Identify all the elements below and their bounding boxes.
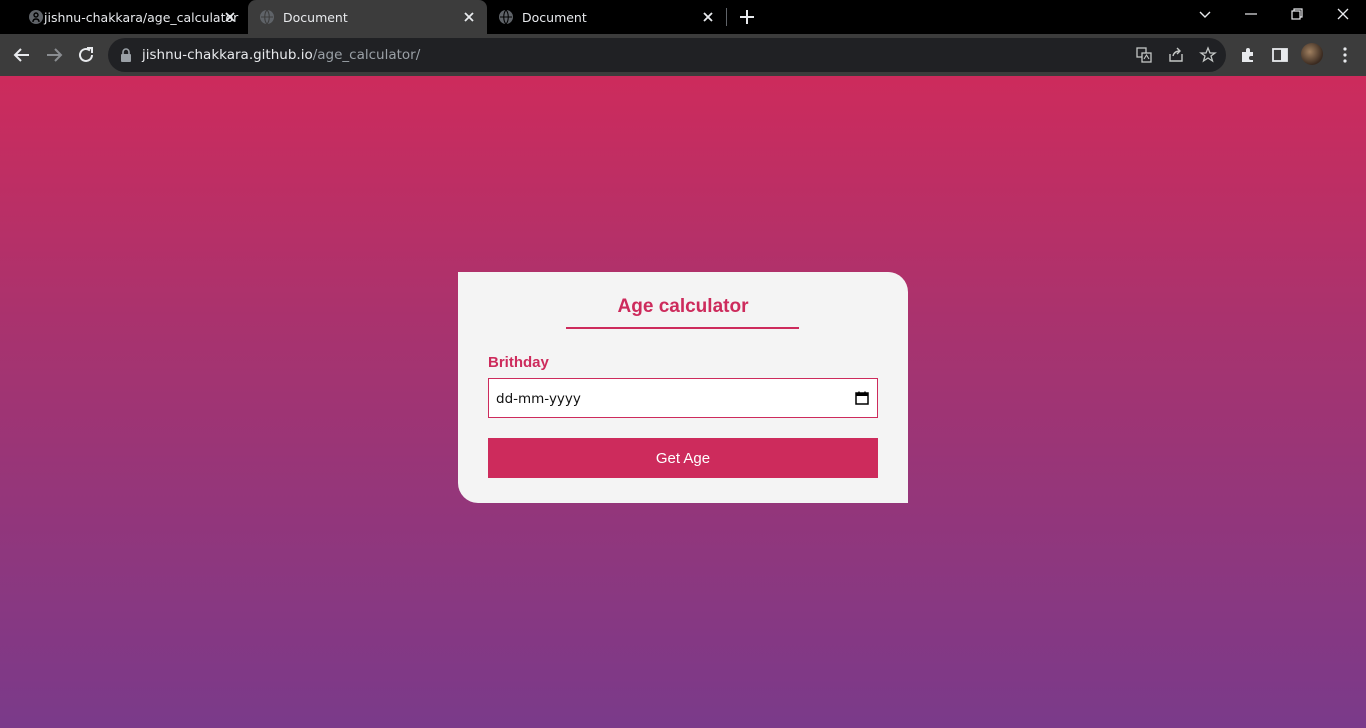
page-viewport: Age calculator Brithday dd-mm-yyyy Get A…	[0, 76, 1366, 728]
tab-strip: jishnu-chakkara/age_calculator Document …	[0, 0, 1366, 34]
close-icon[interactable]	[461, 9, 477, 25]
tab-github[interactable]: jishnu-chakkara/age_calculator	[8, 0, 248, 34]
tab-document-active[interactable]: Document	[248, 0, 487, 34]
reload-icon[interactable]	[76, 45, 96, 65]
translate-icon[interactable]	[1135, 46, 1153, 64]
date-placeholder: dd-mm-yyyy	[496, 391, 581, 407]
birthday-label: Brithday	[488, 354, 549, 371]
globe-icon	[499, 9, 513, 25]
tab-separator	[726, 8, 727, 26]
tab-document[interactable]: Document	[487, 0, 726, 34]
lock-icon[interactable]	[120, 48, 132, 62]
profile-avatar[interactable]	[1301, 43, 1323, 65]
close-icon[interactable]	[222, 9, 238, 25]
calendar-icon[interactable]	[855, 391, 869, 405]
new-tab-icon[interactable]	[738, 8, 756, 26]
close-icon[interactable]	[700, 9, 716, 25]
back-icon[interactable]	[12, 45, 32, 65]
restore-icon[interactable]	[1289, 6, 1305, 22]
page-title: Age calculator	[617, 296, 749, 317]
url-host: jishnu-chakkara.github.io	[142, 47, 313, 63]
tab-title: jishnu-chakkara/age_calculator	[44, 10, 239, 25]
tab-title: Document	[283, 10, 348, 25]
side-panel-icon[interactable]	[1270, 45, 1290, 65]
bookmark-star-icon[interactable]	[1199, 46, 1217, 64]
github-icon	[29, 10, 43, 24]
browser-toolbar: jishnu-chakkara.github.io/age_calculator…	[0, 34, 1366, 76]
close-window-icon[interactable]	[1335, 6, 1351, 22]
url-text: jishnu-chakkara.github.io/age_calculator…	[142, 47, 420, 63]
share-icon[interactable]	[1167, 46, 1185, 64]
get-age-button[interactable]: Get Age	[488, 438, 878, 478]
url-path: /age_calculator/	[312, 47, 421, 63]
title-underline	[566, 327, 799, 329]
extensions-icon[interactable]	[1238, 45, 1258, 65]
age-calculator-card: Age calculator Brithday dd-mm-yyyy Get A…	[458, 272, 908, 503]
tab-search-icon[interactable]	[1197, 6, 1213, 22]
birthday-date-input[interactable]: dd-mm-yyyy	[488, 378, 878, 418]
forward-icon[interactable]	[44, 45, 64, 65]
tab-title: Document	[522, 10, 587, 25]
minimize-icon[interactable]	[1243, 6, 1259, 22]
menu-dots-icon[interactable]	[1335, 45, 1355, 65]
address-bar[interactable]: jishnu-chakkara.github.io/age_calculator…	[108, 38, 1226, 72]
globe-icon	[260, 9, 274, 25]
